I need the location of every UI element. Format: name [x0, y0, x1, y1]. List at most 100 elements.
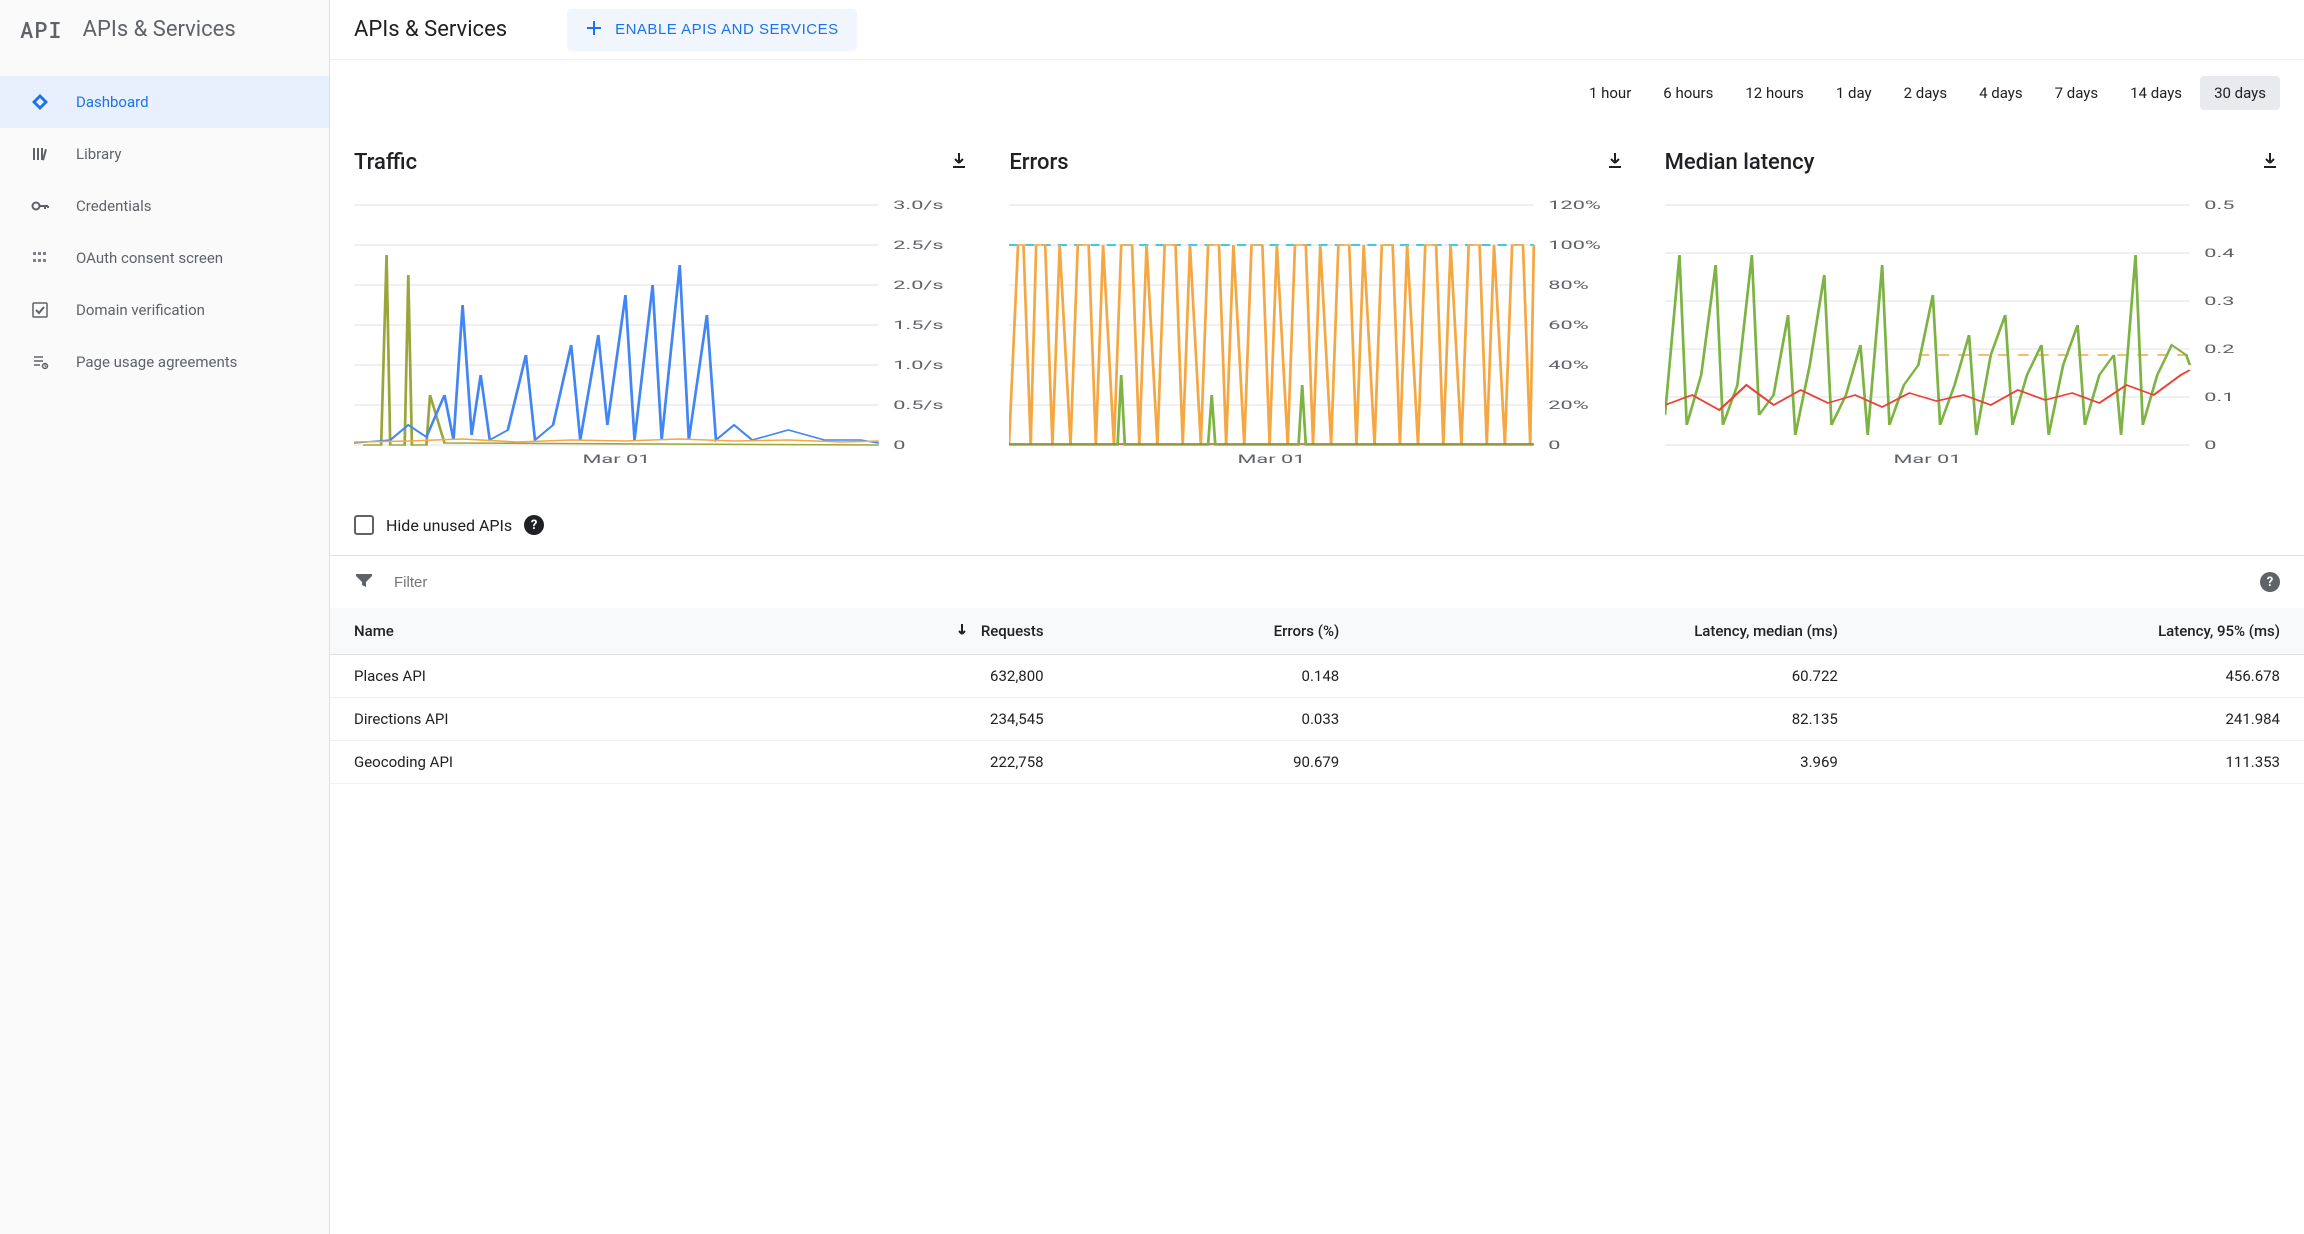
help-icon[interactable]: ? [524, 515, 544, 535]
time-option-6hours[interactable]: 6 hours [1649, 76, 1727, 110]
sidebar-item-library[interactable]: Library [0, 128, 329, 180]
col-latency-median[interactable]: Latency, median (ms) [1363, 608, 1862, 655]
hide-unused-checkbox[interactable] [354, 515, 374, 535]
cell-name: Directions API [330, 698, 712, 741]
svg-text:Mar 01: Mar 01 [1238, 453, 1306, 465]
enable-apis-button[interactable]: ENABLE APIS AND SERVICES [567, 9, 856, 51]
sidebar-header: API APIs & Services [0, 0, 329, 60]
cell-latency-median: 82.135 [1363, 698, 1862, 741]
svg-text:40%: 40% [1549, 359, 1589, 373]
chart-title: Median latency [1665, 150, 1815, 175]
agreement-icon [28, 350, 52, 374]
svg-text:0.1: 0.1 [2204, 391, 2234, 405]
library-icon [28, 142, 52, 166]
svg-text:1.5/s: 1.5/s [893, 319, 943, 333]
cell-latency-median: 3.969 [1363, 741, 1862, 784]
time-option-4days[interactable]: 4 days [1965, 76, 2037, 110]
download-icon[interactable] [2260, 151, 2280, 175]
sidebar-item-dashboard[interactable]: Dashboard [0, 76, 329, 128]
time-option-14days[interactable]: 14 days [2116, 76, 2196, 110]
svg-text:Mar 01: Mar 01 [582, 453, 650, 465]
time-option-1hour[interactable]: 1 hour [1575, 76, 1645, 110]
svg-text:2.5/s: 2.5/s [893, 239, 943, 253]
sidebar-item-credentials[interactable]: Credentials [0, 180, 329, 232]
col-name[interactable]: Name [330, 608, 712, 655]
page-title: APIs & Services [354, 17, 507, 42]
api-logo: API [20, 15, 63, 44]
table-row[interactable]: Places API 632,800 0.148 60.722 456.678 [330, 655, 2304, 698]
sidebar-item-oauth-consent[interactable]: OAuth consent screen [0, 232, 329, 284]
time-range-selector: 1 hour 6 hours 12 hours 1 day 2 days 4 d… [330, 60, 2304, 110]
consent-icon [28, 246, 52, 270]
sidebar-title: APIs & Services [83, 17, 236, 42]
svg-text:0: 0 [1549, 439, 1561, 453]
cell-latency-95: 241.984 [1862, 698, 2304, 741]
sidebar-item-label: Page usage agreements [76, 353, 237, 371]
svg-text:0.3: 0.3 [2204, 295, 2234, 309]
main-header: APIs & Services ENABLE APIS AND SERVICES [330, 0, 2304, 60]
sidebar-item-label: Dashboard [76, 93, 149, 111]
sidebar-item-label: Credentials [76, 197, 151, 215]
col-latency-95[interactable]: Latency, 95% (ms) [1862, 608, 2304, 655]
cell-requests: 234,545 [712, 698, 1067, 741]
sidebar-item-label: Domain verification [76, 301, 205, 319]
cell-latency-median: 60.722 [1363, 655, 1862, 698]
help-icon[interactable]: ? [2260, 572, 2280, 592]
svg-text:1.0/s: 1.0/s [893, 359, 943, 373]
svg-text:80%: 80% [1549, 279, 1589, 293]
charts-row: Traffic 3.0/s 2.5/s [330, 110, 2304, 485]
cell-latency-95: 111.353 [1862, 741, 2304, 784]
chart-plot-area: 120% 100% 80% 60% 40% 20% 0 [1009, 195, 1624, 465]
filter-input[interactable] [394, 574, 2240, 591]
time-option-2days[interactable]: 2 days [1890, 76, 1962, 110]
table-row[interactable]: Geocoding API 222,758 90.679 3.969 111.3… [330, 741, 2304, 784]
sidebar-item-label: OAuth consent screen [76, 249, 223, 267]
svg-text:60%: 60% [1549, 319, 1589, 333]
svg-text:20%: 20% [1549, 399, 1589, 413]
cell-latency-95: 456.678 [1862, 655, 2304, 698]
main-content: APIs & Services ENABLE APIS AND SERVICES… [330, 0, 2304, 1234]
col-requests[interactable]: Requests [712, 608, 1067, 655]
cell-errors: 0.148 [1068, 655, 1364, 698]
enable-button-label: ENABLE APIS AND SERVICES [615, 21, 838, 38]
key-icon [28, 194, 52, 218]
chart-median-latency: Median latency 0.5 0.4 [1665, 150, 2280, 465]
apis-table: Name Requests Errors (%) Latency, median… [330, 608, 2304, 784]
sidebar-item-domain-verification[interactable]: Domain verification [0, 284, 329, 336]
cell-name: Places API [330, 655, 712, 698]
download-icon[interactable] [1605, 151, 1625, 175]
svg-text:0.4: 0.4 [2204, 247, 2234, 261]
svg-text:120%: 120% [1549, 199, 1602, 213]
hide-unused-label: Hide unused APIs [386, 516, 512, 535]
dashboard-icon [28, 90, 52, 114]
chart-traffic: Traffic 3.0/s 2.5/s [354, 150, 969, 465]
plus-icon [585, 19, 603, 41]
table-row[interactable]: Directions API 234,545 0.033 82.135 241.… [330, 698, 2304, 741]
col-errors[interactable]: Errors (%) [1068, 608, 1364, 655]
svg-text:0.5/s: 0.5/s [893, 399, 943, 413]
time-option-12hours[interactable]: 12 hours [1731, 76, 1818, 110]
cell-errors: 0.033 [1068, 698, 1364, 741]
filter-icon[interactable] [354, 570, 374, 594]
svg-text:0: 0 [893, 439, 905, 453]
time-option-7days[interactable]: 7 days [2041, 76, 2113, 110]
download-icon[interactable] [949, 151, 969, 175]
check-icon [28, 298, 52, 322]
sidebar-item-page-usage[interactable]: Page usage agreements [0, 336, 329, 388]
svg-text:0.2: 0.2 [2204, 343, 2234, 357]
cell-requests: 632,800 [712, 655, 1067, 698]
svg-text:0: 0 [2204, 439, 2216, 453]
svg-text:0.5: 0.5 [2204, 199, 2234, 213]
chart-plot-area: 0.5 0.4 0.3 0.2 0.1 0 Mar 01 [1665, 195, 2280, 465]
sort-down-icon [955, 622, 973, 640]
cell-requests: 222,758 [712, 741, 1067, 784]
sidebar: API APIs & Services Dashboard Library [0, 0, 330, 1234]
time-option-1day[interactable]: 1 day [1822, 76, 1886, 110]
sidebar-item-label: Library [76, 145, 121, 163]
filter-bar: ? [330, 555, 2304, 608]
chart-plot-area: 3.0/s 2.5/s 2.0/s 1.5/s 1.0/s 0.5/s 0 [354, 195, 969, 465]
time-option-30days[interactable]: 30 days [2200, 76, 2280, 110]
cell-errors: 90.679 [1068, 741, 1364, 784]
svg-text:2.0/s: 2.0/s [893, 279, 943, 293]
svg-text:100%: 100% [1549, 239, 1602, 253]
